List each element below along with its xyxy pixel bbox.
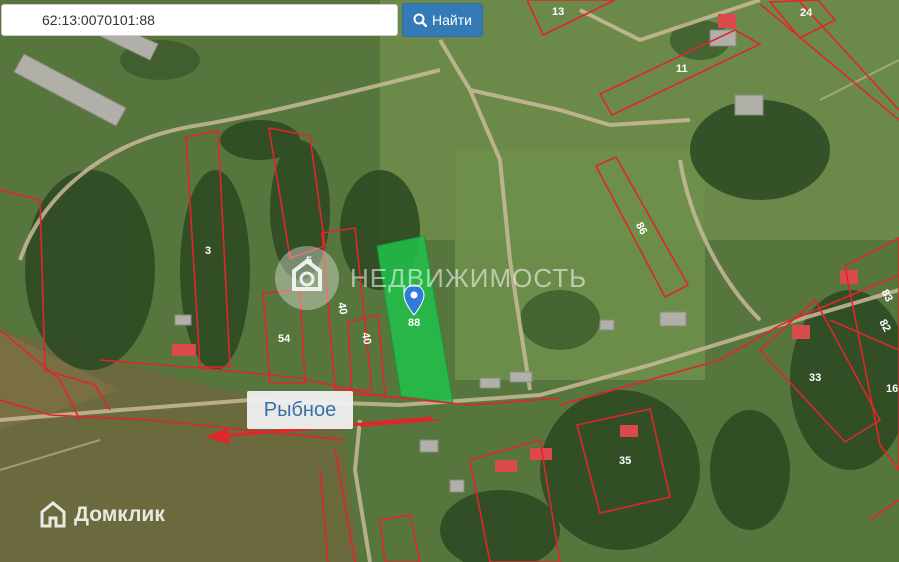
watermark: НЕДВИЖИМОСТЬ xyxy=(272,243,587,313)
watermark-logo-icon xyxy=(275,246,339,310)
search-button[interactable]: Найти xyxy=(402,3,483,37)
plot-label: 16 xyxy=(886,383,898,395)
house-logo-icon xyxy=(40,501,66,528)
place-label: Рыбное xyxy=(247,391,353,429)
search-icon xyxy=(413,13,428,27)
plot-label: 24 xyxy=(800,7,813,19)
brand-text: Домклик xyxy=(74,503,165,526)
watermark-text: НЕДВИЖИМОСТЬ xyxy=(350,262,588,293)
plot-label: 11 xyxy=(676,63,688,75)
plot-label: 3 xyxy=(205,245,211,257)
search-button-label: Найти xyxy=(432,12,472,28)
plot-label: 54 xyxy=(278,333,291,345)
brand-logo: Домклик xyxy=(38,500,165,530)
plot-label: 35 xyxy=(619,455,631,467)
plot-label: 13 xyxy=(552,6,564,18)
plot-label: 40 xyxy=(359,331,373,345)
selected-plot-label: 88 xyxy=(408,317,420,329)
plot-label: 33 xyxy=(809,372,821,384)
search-input[interactable] xyxy=(1,4,398,36)
